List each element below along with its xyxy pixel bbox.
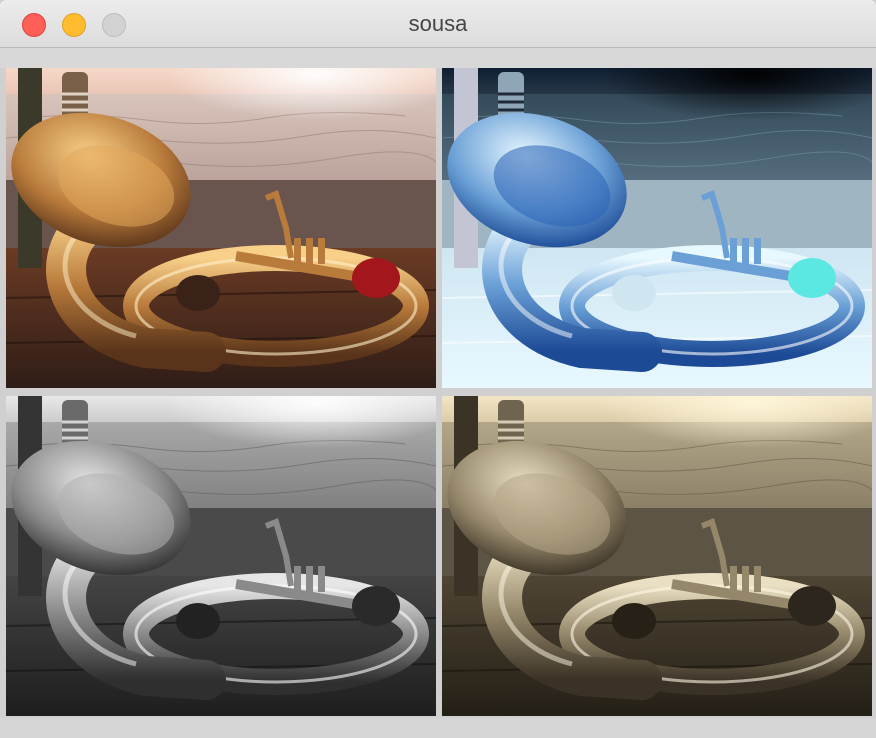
status-strip (0, 718, 876, 738)
image-sepia (442, 396, 872, 716)
app-window: sousa (0, 0, 876, 738)
image-grayscale (6, 396, 436, 716)
window-title: sousa (408, 11, 468, 36)
image-inverted (442, 68, 872, 388)
toolbar-strip (0, 48, 876, 68)
image-original (6, 68, 436, 388)
title-bar[interactable]: sousa (0, 0, 876, 48)
